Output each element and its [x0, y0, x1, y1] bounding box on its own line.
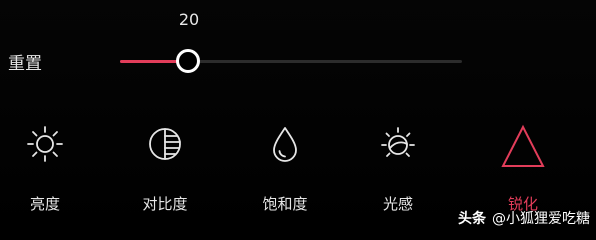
slider-value-label: 20 [178, 10, 200, 29]
tool-label-light-sense: 光感 [382, 195, 413, 213]
watermark-brand: 头条 [458, 211, 486, 227]
tool-label-contrast: 对比度 [142, 195, 188, 213]
sun-icon [27, 126, 63, 162]
tool-light-sense[interactable]: 光感 [353, 118, 443, 222]
watermark-handle: @小狐狸爱吃糖 [492, 211, 590, 227]
adjustment-panel: 20 重置 亮度 对比度 饱和度 光感 锐化 头条 @小狐狸爱吃糖 [0, 0, 596, 236]
light-sense-icon [381, 127, 415, 157]
tool-bar: 亮度 对比度 饱和度 光感 锐化 [0, 118, 596, 222]
watermark: 头条 @小狐狸爱吃糖 [458, 208, 590, 228]
reset-button[interactable]: 重置 [8, 49, 42, 74]
adjustment-slider[interactable] [120, 48, 466, 76]
tool-sharpen[interactable]: 锐化 [478, 118, 568, 222]
tool-brightness[interactable]: 亮度 [0, 118, 90, 222]
tool-label-brightness: 亮度 [29, 195, 60, 213]
triangle-icon [501, 124, 545, 167]
tool-saturation[interactable]: 饱和度 [240, 118, 330, 222]
slider-thumb[interactable] [176, 49, 200, 73]
tool-contrast[interactable]: 对比度 [120, 118, 210, 222]
droplet-icon [273, 127, 297, 162]
contrast-icon [149, 128, 181, 160]
tool-label-saturation: 饱和度 [262, 195, 308, 213]
